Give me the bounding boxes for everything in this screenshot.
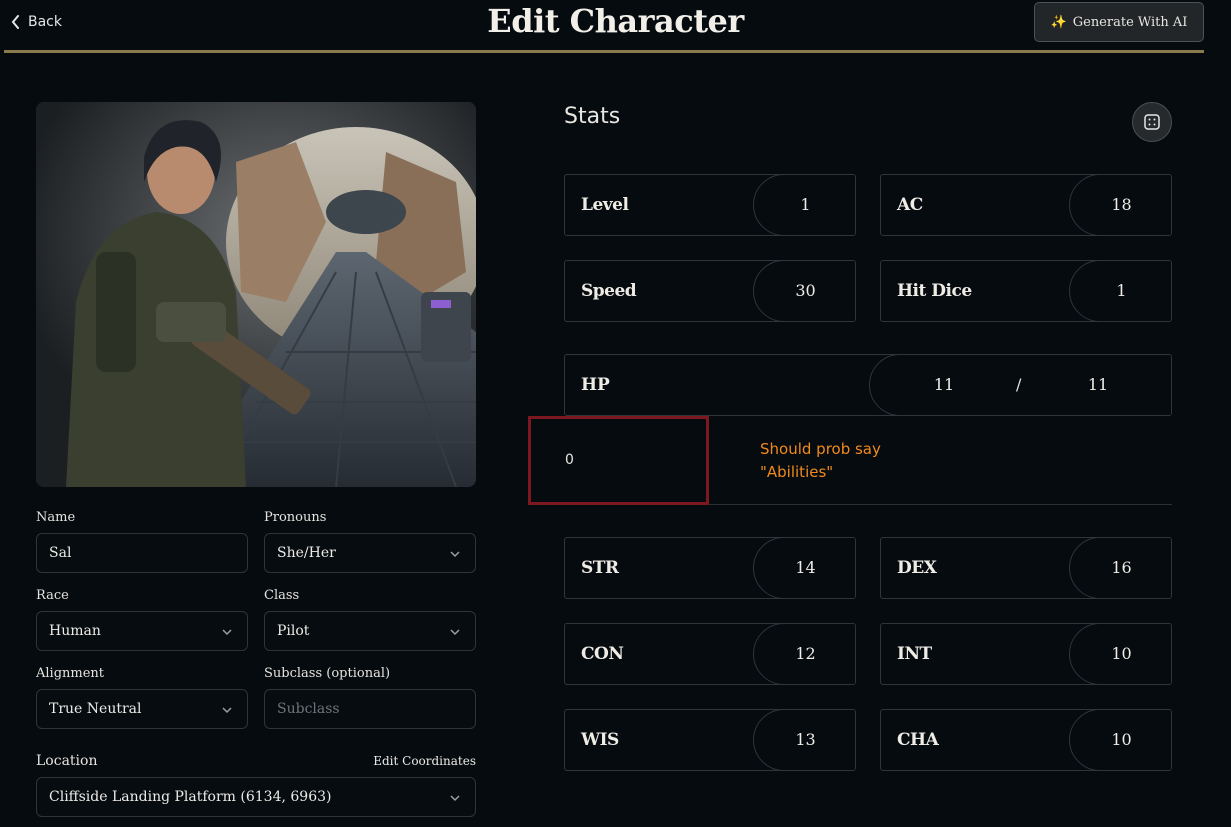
stat-label: Speed <box>581 281 637 301</box>
stat-level: Level 1 <box>564 174 856 236</box>
roll-dice-button[interactable] <box>1132 102 1172 142</box>
ability-value: 10 <box>1111 730 1132 749</box>
chevron-down-icon <box>222 629 232 636</box>
ability-con-input[interactable]: 12 <box>753 624 855 684</box>
generate-with-ai-button[interactable]: ✨ Generate With AI <box>1034 2 1204 42</box>
hp-current-input[interactable]: 11 <box>930 375 958 394</box>
character-portrait[interactable] <box>36 102 476 487</box>
pronouns-select[interactable]: She/Her <box>264 533 476 573</box>
alignment-select[interactable]: True Neutral <box>36 689 248 729</box>
dice-icon <box>1144 114 1160 130</box>
race-label: Race <box>36 588 69 603</box>
stat-speed-input[interactable]: 30 <box>753 261 855 321</box>
hp-inputs: 11 / 11 <box>869 355 1171 415</box>
class-label: Class <box>264 588 300 603</box>
ability-label: WIS <box>581 730 619 750</box>
ability-con: CON 12 <box>564 623 856 685</box>
ability-int: INT 10 <box>880 623 1172 685</box>
alignment-label: Alignment <box>36 666 105 681</box>
ability-cha-input[interactable]: 10 <box>1069 710 1171 770</box>
ability-dex-input[interactable]: 16 <box>1069 538 1171 598</box>
location-label: Location <box>36 753 98 769</box>
stat-label: AC <box>897 195 923 215</box>
sparkles-icon: ✨ <box>1050 14 1067 30</box>
ability-value: 10 <box>1111 644 1132 663</box>
header: Back Edit Character ✨ Generate With AI <box>0 0 1231 53</box>
pronouns-label: Pronouns <box>264 510 327 525</box>
stat-value: 1 <box>800 195 811 214</box>
ability-str-input[interactable]: 14 <box>753 538 855 598</box>
name-field[interactable]: Sal <box>36 533 248 573</box>
section-heading-value: 0 <box>565 452 574 468</box>
stat-label: Level <box>581 195 629 215</box>
class-select[interactable]: Pilot <box>264 611 476 651</box>
ability-value: 16 <box>1111 558 1132 577</box>
annotation-note-line: Should prob say <box>760 440 881 458</box>
stat-ac: AC 18 <box>880 174 1172 236</box>
ability-wis-input[interactable]: 13 <box>753 710 855 770</box>
ability-label: INT <box>897 644 932 664</box>
subclass-input[interactable]: Subclass <box>264 689 476 729</box>
stat-speed: Speed 30 <box>564 260 856 322</box>
stats-title: Stats <box>564 104 621 129</box>
stat-hit-dice-input[interactable]: 1 <box>1069 261 1171 321</box>
chevron-down-icon <box>222 707 232 714</box>
ability-str: STR 14 <box>564 537 856 599</box>
location-select[interactable]: Cliffside Landing Platform (6134, 6963) <box>36 777 476 817</box>
stat-ac-input[interactable]: 18 <box>1069 175 1171 235</box>
hp-max-input[interactable]: 11 <box>1084 375 1112 394</box>
stat-value: 30 <box>795 281 816 300</box>
stat-level-input[interactable]: 1 <box>753 175 855 235</box>
annotation-highlight-box <box>528 416 709 505</box>
ability-label: STR <box>581 558 619 578</box>
annotation-note: Should prob say "Abilities" <box>760 438 920 484</box>
header-divider <box>4 50 1204 53</box>
generate-label: Generate With AI <box>1072 14 1188 30</box>
stat-hit-dice: Hit Dice 1 <box>880 260 1172 322</box>
location-value: Cliffside Landing Platform (6134, 6963) <box>49 789 332 805</box>
stat-label: Hit Dice <box>897 281 972 301</box>
section-divider <box>709 504 1172 505</box>
ability-value: 14 <box>795 558 816 577</box>
ability-label: DEX <box>897 558 937 578</box>
ability-dex: DEX 16 <box>880 537 1172 599</box>
stat-value: 18 <box>1111 195 1132 214</box>
ability-cha: CHA 10 <box>880 709 1172 771</box>
name-label: Name <box>36 510 76 525</box>
chevron-down-icon <box>450 795 460 802</box>
ability-int-input[interactable]: 10 <box>1069 624 1171 684</box>
name-value: Sal <box>49 545 72 561</box>
alignment-value: True Neutral <box>49 701 142 717</box>
chevron-down-icon <box>450 551 460 558</box>
stat-hp: HP 11 / 11 <box>564 354 1172 416</box>
ability-label: CHA <box>897 730 939 750</box>
chevron-down-icon <box>450 629 460 636</box>
race-value: Human <box>49 623 101 639</box>
edit-coordinates-link[interactable]: Edit Coordinates <box>300 754 476 768</box>
race-select[interactable]: Human <box>36 611 248 651</box>
pronouns-value: She/Her <box>277 545 336 561</box>
ability-value: 13 <box>795 730 816 749</box>
stat-value: 1 <box>1116 281 1127 300</box>
subclass-label: Subclass (optional) <box>264 666 391 681</box>
ability-value: 12 <box>795 644 816 663</box>
portrait-image <box>36 102 476 487</box>
stat-label: HP <box>581 375 610 395</box>
class-value: Pilot <box>277 623 310 639</box>
ability-label: CON <box>581 644 624 664</box>
annotation-note-line: "Abilities" <box>760 463 834 481</box>
hp-separator: / <box>1016 375 1022 394</box>
subclass-placeholder: Subclass <box>277 701 340 717</box>
ability-wis: WIS 13 <box>564 709 856 771</box>
